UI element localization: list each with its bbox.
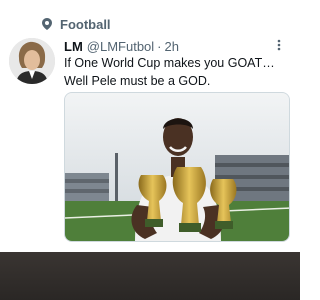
timestamp[interactable]: 2h	[165, 39, 179, 54]
tweet-text-line-2: Well Pele must be a GOD.	[64, 74, 211, 88]
tweet-header: LM @LMFutbol · 2h	[64, 38, 292, 54]
topic-row[interactable]: Football	[42, 16, 111, 32]
topic-label: Football	[60, 16, 111, 32]
avatar[interactable]	[9, 38, 55, 84]
user-handle[interactable]: @LMFutbol	[87, 39, 154, 54]
tweet-text: If One World Cup makes you GOAT… Well Pe…	[64, 54, 292, 90]
display-name[interactable]: LM	[64, 39, 83, 54]
tweet-card[interactable]: Football LM @LMFutbol · 2h If One World …	[0, 0, 300, 300]
media-photo	[65, 93, 289, 241]
topic-pin-icon	[42, 18, 52, 30]
tweet-text-line-1: If One World Cup makes you GOAT…	[64, 56, 275, 70]
bottom-background	[0, 252, 300, 300]
more-icon[interactable]	[272, 38, 286, 52]
separator: ·	[157, 38, 162, 54]
tweet-media[interactable]	[64, 92, 290, 242]
avatar-image	[9, 38, 55, 84]
